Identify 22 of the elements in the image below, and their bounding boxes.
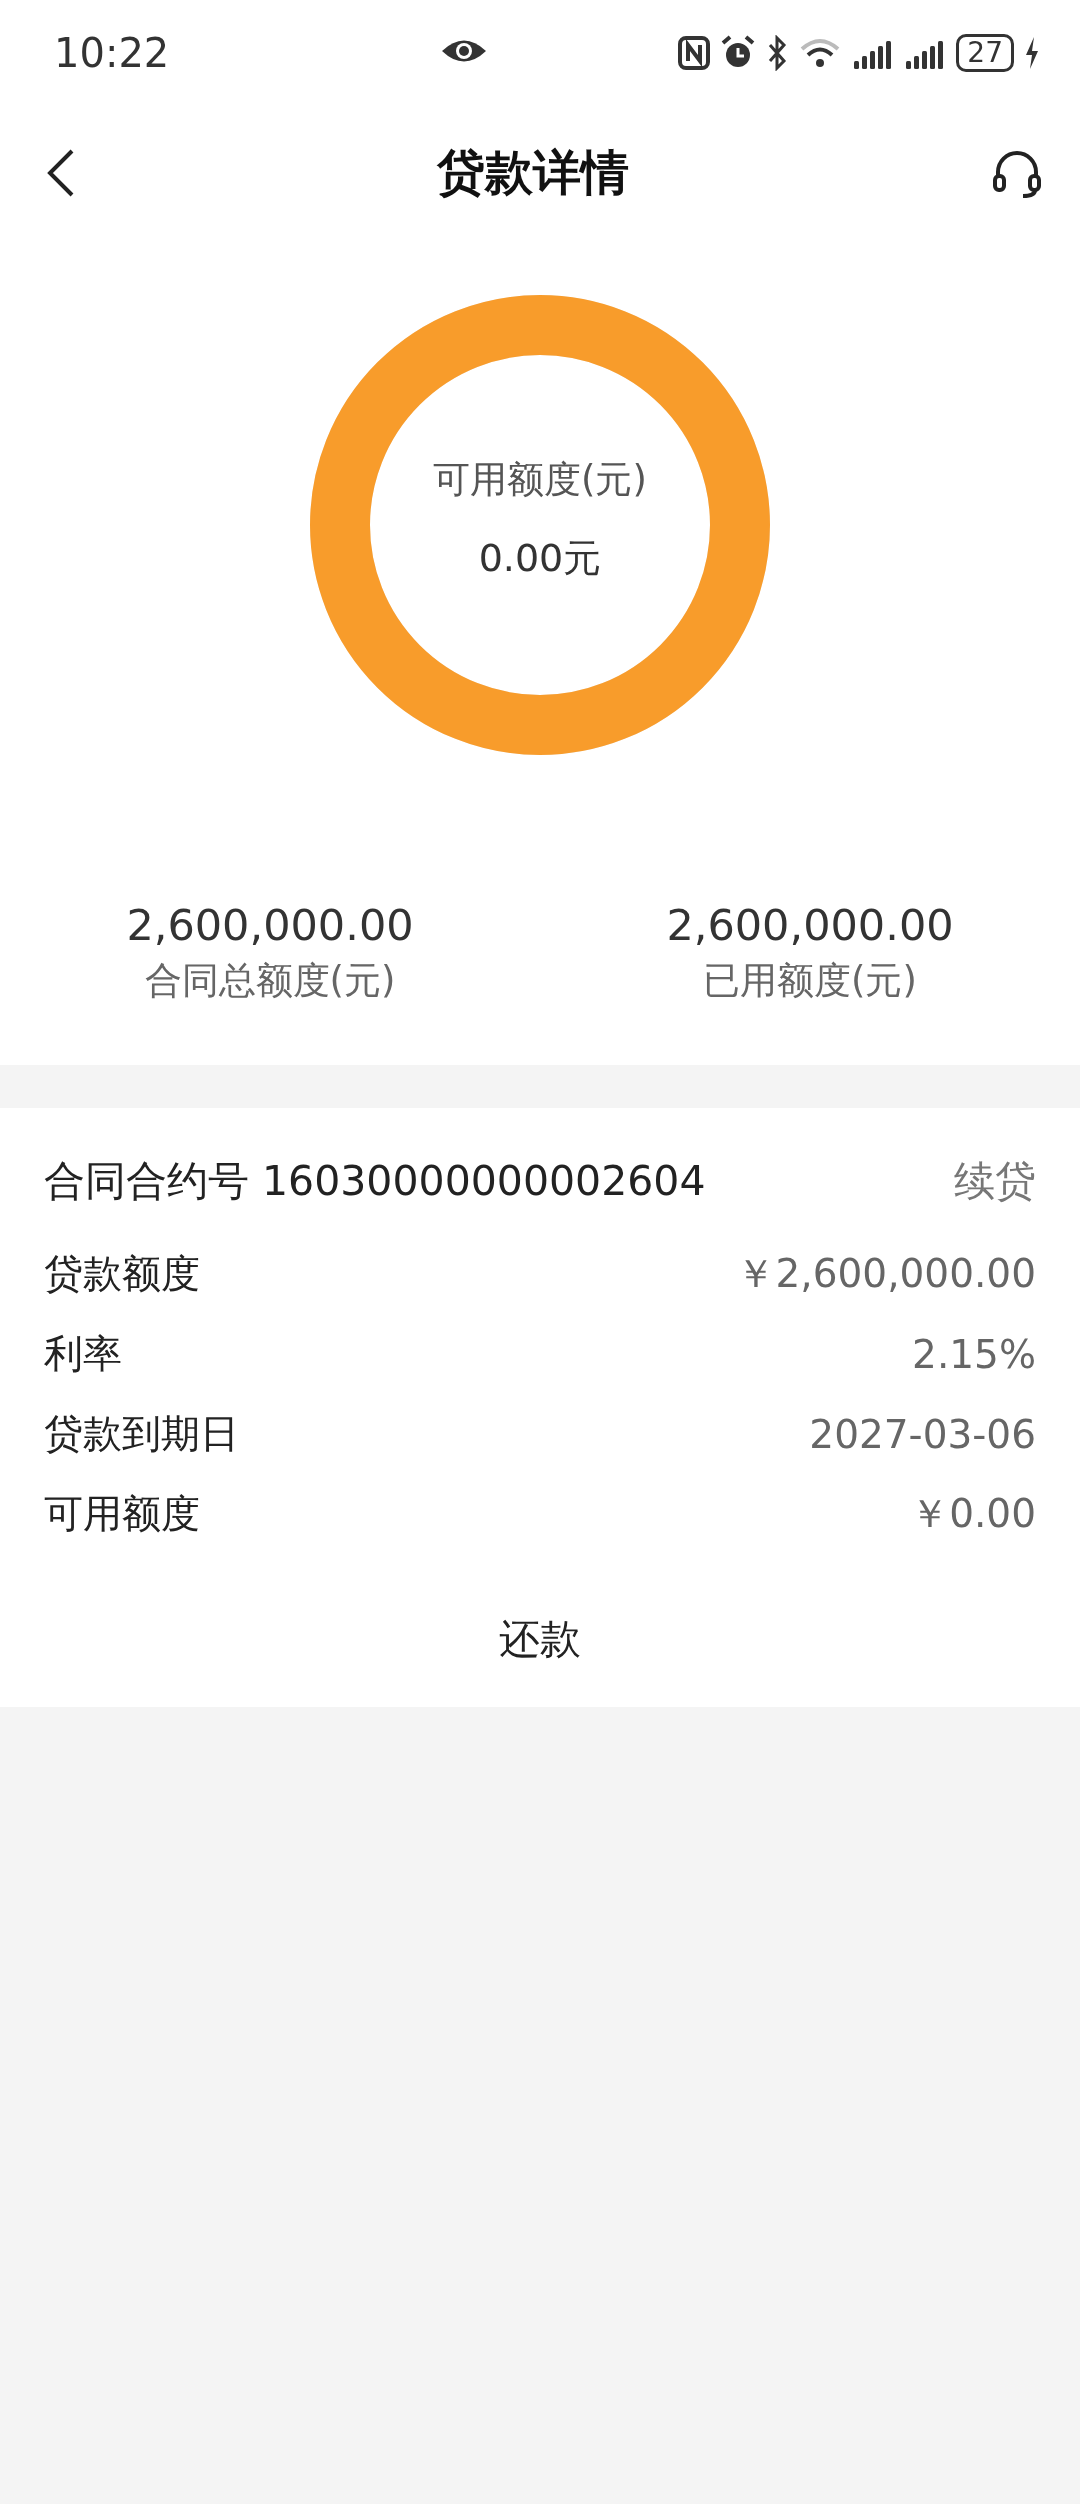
amount-label: 已用额度(元) [703,958,917,1004]
loan-type: 续贷 [954,1155,1036,1207]
nfc-icon [678,35,711,70]
back-icon[interactable] [46,147,76,198]
battery-indicator: 27 [956,33,1014,72]
contract-number: 合同合约号 16030000000002604 [44,1155,706,1207]
amount-value: 2,600,000.00 [666,900,954,950]
field-label: 可用额度 [44,1490,200,1538]
ring-value: 0.00元 [478,534,602,582]
field-label: 利率 [44,1330,122,1378]
field-value: ￥0.00 [910,1490,1036,1538]
amount-value: 2,600,000.00 [126,900,414,950]
bluetooth-icon [766,34,789,71]
field-value: 2027-03-06 [809,1411,1036,1457]
clock: 10:22 [54,29,170,76]
field-label: 贷款额度 [44,1250,200,1298]
amount-label: 合同总额度(元) [144,958,396,1004]
field-value: 2.15% [912,1331,1036,1377]
field-label: 贷款到期日 [44,1410,239,1458]
field-value: ￥2,600,000.00 [736,1250,1036,1298]
page-title: 贷款详情 [437,142,629,202]
ring-label: 可用额度(元) [433,456,647,503]
